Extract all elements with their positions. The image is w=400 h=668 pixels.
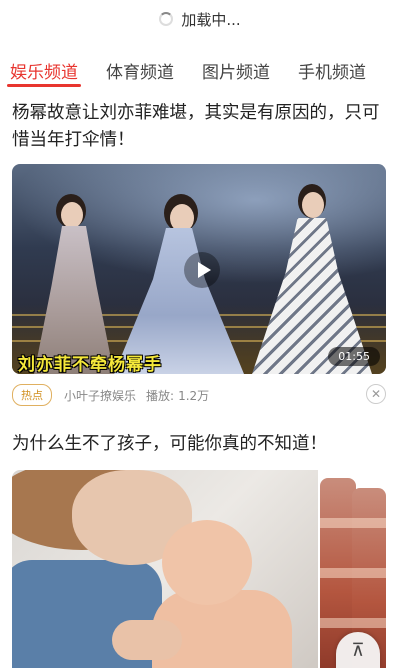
loading-indicator: 加载中...: [0, 0, 400, 38]
tab-mobile[interactable]: 手机频道: [298, 48, 366, 90]
spinner-icon: [159, 12, 174, 26]
figure-right: [252, 184, 372, 374]
loading-text: 加载中...: [181, 10, 241, 29]
play-button[interactable]: [184, 252, 220, 288]
plays-label: 播放:: [146, 388, 175, 403]
tab-sports[interactable]: 体育频道: [106, 48, 174, 90]
plays-count: 1.2万: [178, 388, 210, 403]
video-thumbnail[interactable]: 刘亦菲不牵杨幂手 01:55: [12, 164, 386, 374]
video-caption: 刘亦菲不牵杨幂手: [18, 355, 162, 374]
close-icon[interactable]: ✕: [366, 384, 386, 404]
channel-tabs: 娱乐频道 体育频道 图片频道 手机频道: [0, 48, 400, 90]
figure-left: [26, 194, 118, 374]
arrow-up-icon: ⊼: [351, 639, 365, 661]
article-image-group[interactable]: [12, 470, 388, 668]
source-name[interactable]: 小叶子撩娱乐: [64, 387, 136, 404]
scroll-top-button[interactable]: ⊼: [336, 632, 380, 668]
article-image: [12, 470, 318, 668]
hot-badge: 热点: [12, 384, 52, 406]
article-meta: 热点 小叶子撩娱乐 播放: 1.2万 ✕: [12, 384, 388, 406]
article-title[interactable]: 为什么生不了孩子，可能你真的不知道！: [12, 430, 388, 458]
tab-entertainment[interactable]: 娱乐频道: [7, 48, 81, 90]
figure-center: [114, 194, 244, 374]
article-title[interactable]: 杨幂故意让刘亦菲难堪，其实是有原因的，只可惜当年打伞情！: [12, 100, 382, 154]
tab-pictures[interactable]: 图片频道: [202, 48, 270, 90]
play-icon: [197, 262, 211, 278]
video-duration: 01:55: [328, 347, 380, 366]
